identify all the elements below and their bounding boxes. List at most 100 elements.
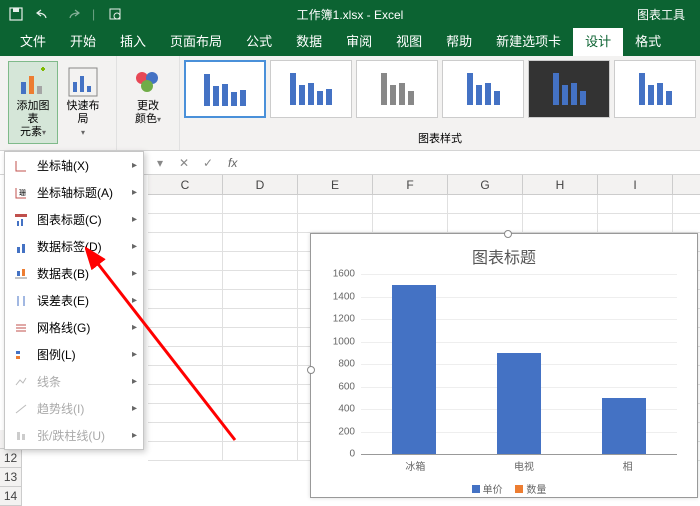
gridlines-icon (13, 320, 29, 336)
print-preview-icon[interactable] (107, 6, 123, 22)
add-chart-element-label: 添加图表 元素▾ (15, 100, 51, 139)
tab-home[interactable]: 开始 (58, 25, 108, 56)
chart-title-icon (13, 212, 29, 228)
chart-style-6[interactable] (614, 60, 696, 118)
col-header[interactable]: I (598, 175, 673, 194)
fx-icon[interactable]: fx (220, 156, 245, 170)
menu-legend[interactable]: 图例(L)▸ (5, 341, 143, 368)
chart-title[interactable]: 图表标题 (311, 234, 697, 274)
tab-pagelayout[interactable]: 页面布局 (158, 25, 234, 56)
change-colors-label: 更改 颜色▾ (135, 100, 161, 126)
resize-handle-left[interactable] (307, 366, 315, 374)
bar-2[interactable] (497, 353, 541, 454)
submenu-arrow-icon: ▸ (132, 295, 137, 306)
submenu-arrow-icon: ▸ (132, 268, 137, 279)
embedded-chart[interactable]: 图表标题 1600 1400 1200 1000 800 600 400 200… (310, 233, 698, 498)
titlebar: | 工作簿1.xlsx - Excel 图表工具 (0, 0, 700, 28)
submenu-arrow-icon: ▸ (132, 403, 137, 414)
chart-styles-gallery[interactable] (180, 56, 700, 122)
col-header[interactable]: G (448, 175, 523, 194)
ribbon: 添加图表 元素▾ 快速布局▾ 更改 颜色▾ 图表样式 (0, 56, 700, 151)
error-bars-icon (13, 293, 29, 309)
col-header[interactable]: F (373, 175, 448, 194)
submenu-arrow-icon: ▸ (132, 430, 137, 441)
quick-access-toolbar: | (8, 6, 123, 22)
resize-handle-top[interactable] (504, 230, 512, 238)
ribbon-group-colors: 更改 颜色▾ (117, 56, 180, 150)
svg-text:珊: 珊 (19, 189, 26, 197)
row-header[interactable]: 13 (0, 468, 22, 487)
menu-lines: 线条▸ (5, 368, 143, 395)
ribbon-group-styles: 图表样式 (180, 56, 700, 150)
formula-bar-expand[interactable]: ▾ (148, 156, 172, 170)
axis-title-icon: 珊 (13, 185, 29, 201)
menu-updown-bars: 张/跌柱线(U)▸ (5, 422, 143, 449)
tab-help[interactable]: 帮助 (434, 25, 484, 56)
row-header[interactable]: 14 (0, 487, 22, 506)
change-colors-button[interactable]: 更改 颜色▾ (125, 61, 171, 131)
menu-gridlines[interactable]: 网格线(G)▸ (5, 314, 143, 341)
tab-design[interactable]: 设计 (573, 25, 623, 56)
redo-icon[interactable] (64, 6, 80, 22)
chart-plot-area[interactable]: 1600 1400 1200 1000 800 600 400 200 0 (361, 274, 677, 454)
ribbon-tabs: 文件 开始 插入 页面布局 公式 数据 审阅 视图 帮助 新建选项卡 设计 格式 (0, 28, 700, 56)
trendline-icon (13, 401, 29, 417)
bar-1[interactable] (392, 285, 436, 454)
cancel-icon[interactable]: ✕ (172, 156, 196, 170)
change-colors-icon (132, 66, 164, 98)
tab-data[interactable]: 数据 (284, 25, 334, 56)
menu-axes[interactable]: 坐标轴(X)▸ (5, 152, 143, 179)
quick-layout-button[interactable]: 快速布局▾ (58, 61, 108, 144)
save-icon[interactable] (8, 6, 24, 22)
quick-layout-icon (67, 66, 99, 98)
tab-newtab[interactable]: 新建选项卡 (484, 25, 573, 56)
submenu-arrow-icon: ▸ (132, 214, 137, 225)
data-labels-icon (13, 239, 29, 255)
tab-file[interactable]: 文件 (8, 25, 58, 56)
col-header[interactable]: D (223, 175, 298, 194)
y-axis: 1600 1400 1200 1000 800 600 400 200 0 (319, 274, 359, 454)
submenu-arrow-icon: ▸ (132, 349, 137, 360)
legend-icon (13, 347, 29, 363)
menu-data-table[interactable]: 数据表(B)▸ (5, 260, 143, 287)
legend-swatch-1 (472, 485, 480, 493)
submenu-arrow-icon: ▸ (132, 322, 137, 333)
chart-legend[interactable]: 单价 数量 (311, 481, 697, 496)
add-chart-element-icon (17, 66, 49, 98)
add-element-menu: 坐标轴(X)▸ 珊坐标轴标题(A)▸ 图表标题(C)▸ 数据标签(D)▸ 数据表… (4, 151, 144, 450)
lines-icon (13, 374, 29, 390)
tab-view[interactable]: 视图 (384, 25, 434, 56)
chart-styles-label: 图表样式 (180, 126, 700, 150)
bar-3[interactable] (602, 398, 646, 454)
chart-style-3[interactable] (356, 60, 438, 118)
menu-error-bars[interactable]: 误差表(E)▸ (5, 287, 143, 314)
tab-formula[interactable]: 公式 (234, 25, 284, 56)
updown-bars-icon (13, 428, 29, 444)
window-title: 工作簿1.xlsx - Excel (297, 6, 404, 23)
axes-icon (13, 158, 29, 174)
chart-style-5[interactable] (528, 60, 610, 118)
tab-insert[interactable]: 插入 (108, 25, 158, 56)
menu-axis-title[interactable]: 珊坐标轴标题(A)▸ (5, 179, 143, 206)
data-table-icon (13, 266, 29, 282)
tab-review[interactable]: 审阅 (334, 25, 384, 56)
col-header[interactable]: H (523, 175, 598, 194)
chart-style-4[interactable] (442, 60, 524, 118)
chart-bars (361, 274, 677, 454)
chart-style-2[interactable] (270, 60, 352, 118)
row-header[interactable]: 12 (0, 449, 22, 468)
confirm-icon[interactable]: ✓ (196, 156, 220, 170)
tab-format[interactable]: 格式 (623, 25, 673, 56)
submenu-arrow-icon: ▸ (132, 160, 137, 171)
submenu-arrow-icon: ▸ (132, 376, 137, 387)
quick-layout-label: 快速布局▾ (65, 100, 101, 139)
chart-style-1[interactable] (184, 60, 266, 118)
col-header[interactable]: C (148, 175, 223, 194)
menu-data-labels[interactable]: 数据标签(D)▸ (5, 233, 143, 260)
col-header[interactable]: E (298, 175, 373, 194)
add-chart-element-button[interactable]: 添加图表 元素▾ (8, 61, 58, 144)
x-axis-labels: 冰箱 电视 相 (361, 458, 677, 473)
menu-chart-title[interactable]: 图表标题(C)▸ (5, 206, 143, 233)
column-headers: C D E F G H I (148, 175, 700, 195)
undo-icon[interactable] (36, 6, 52, 22)
